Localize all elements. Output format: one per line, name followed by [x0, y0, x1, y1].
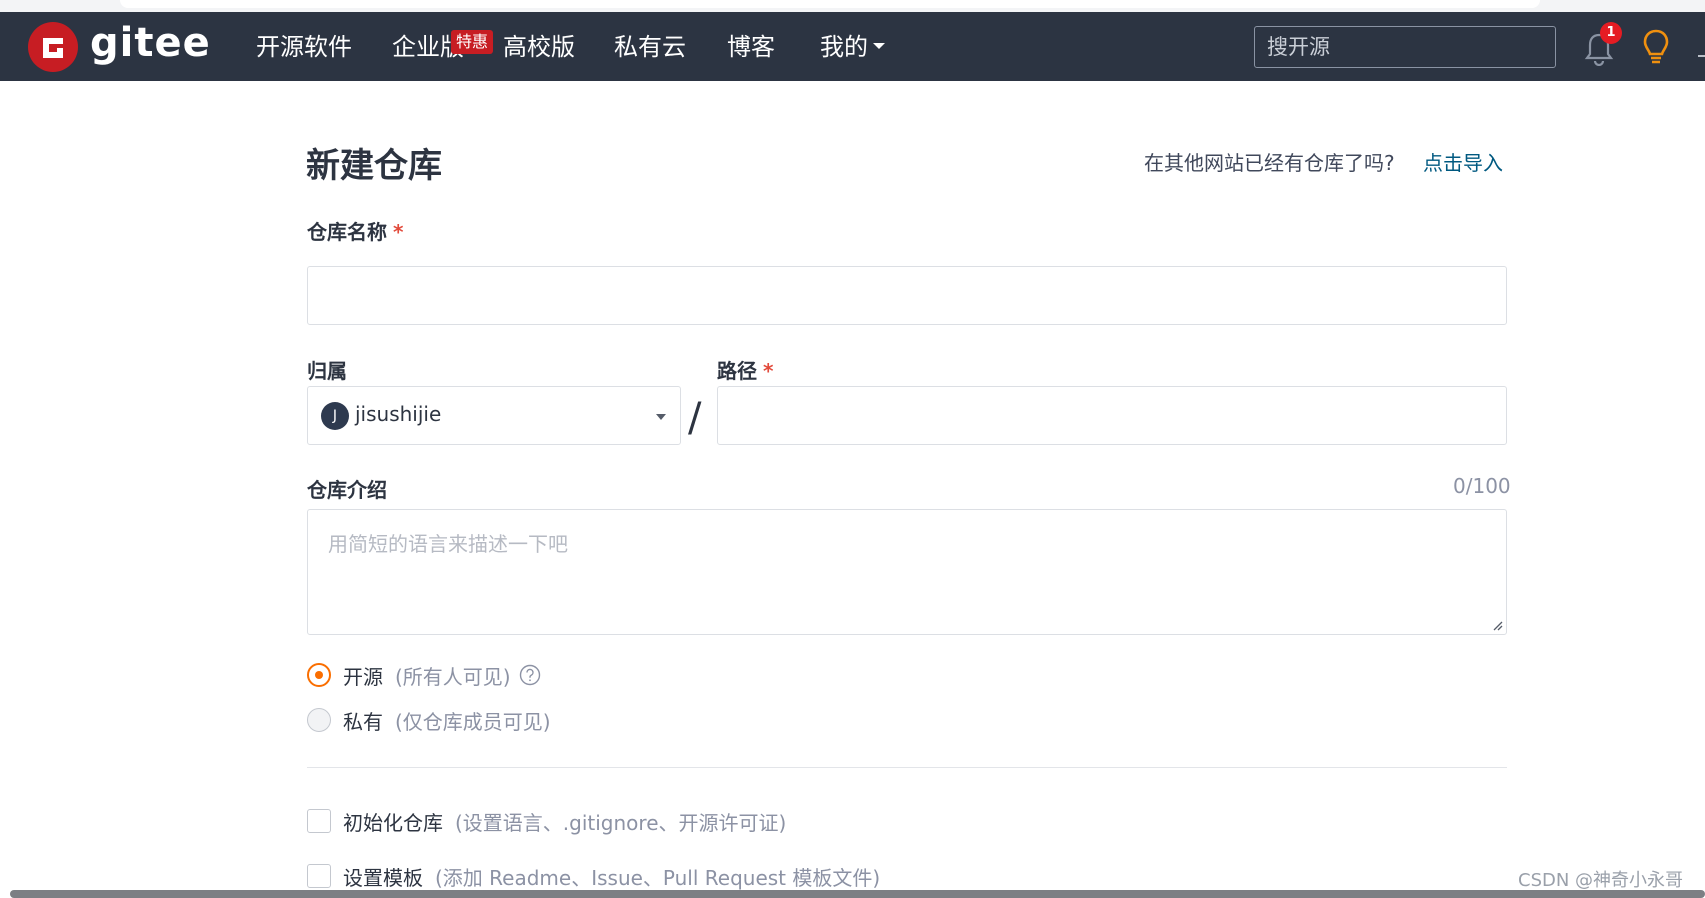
description-label: 仓库介绍: [307, 478, 387, 502]
browser-top-strip: [0, 0, 1705, 12]
section-divider: [307, 767, 1507, 768]
logo-text: gitee: [90, 20, 211, 66]
init-repo-option[interactable]: 初始化仓库 (设置语言、.gitignore、开源许可证): [307, 806, 786, 836]
horizontal-scrollbar[interactable]: [10, 890, 1705, 898]
nav-mine-menu[interactable]: 我的: [820, 32, 885, 62]
owner-value: jisushijie: [355, 401, 442, 426]
question-circle-icon[interactable]: [519, 664, 541, 686]
avatar: J: [321, 401, 349, 430]
visibility-private-hint: (仅仓库成员可见): [395, 709, 551, 734]
search-input[interactable]: [1254, 26, 1556, 68]
overflow-indicator: [1698, 55, 1705, 57]
resize-handle-icon[interactable]: [1493, 621, 1503, 631]
repo-name-label: 仓库名称 *: [307, 216, 403, 245]
visibility-option-private[interactable]: 私有 (仅仓库成员可见): [307, 705, 551, 735]
required-mark: *: [763, 359, 774, 383]
template-option[interactable]: 设置模板 (添加 Readme、Issue、Pull Request 模板文件): [307, 861, 880, 891]
owner-label: 归属: [307, 359, 347, 383]
template-label: 设置模板: [343, 865, 423, 890]
template-checkbox[interactable]: [307, 864, 331, 888]
path-label: 路径 *: [717, 355, 773, 384]
import-prompt: 在其他网站已经有仓库了吗?: [1144, 151, 1395, 175]
init-repo-checkbox[interactable]: [307, 809, 331, 833]
gitee-logo[interactable]: gitee: [28, 20, 211, 74]
template-hint: (添加 Readme、Issue、Pull Request 模板文件): [435, 865, 881, 890]
description-counter: 0/100: [1453, 474, 1511, 498]
nav-mine-label: 我的: [820, 33, 868, 61]
path-separator: /: [688, 395, 702, 441]
radio-public[interactable]: [307, 663, 331, 687]
gitee-logo-icon: [28, 22, 78, 72]
description-placeholder: 用简短的语言来描述一下吧: [328, 532, 568, 556]
chevron-down-icon: [873, 43, 885, 49]
watermark: CSDN @神奇小永哥: [1518, 870, 1684, 891]
nav-private-cloud[interactable]: 私有云: [614, 32, 686, 62]
promo-badge: 特惠: [451, 30, 494, 54]
chevron-down-icon: [656, 414, 666, 420]
nav-blog[interactable]: 博客: [727, 32, 775, 62]
radio-private[interactable]: [307, 708, 331, 732]
nav-education[interactable]: 高校版: [503, 32, 575, 62]
init-repo-label: 初始化仓库: [343, 810, 443, 835]
page-title: 新建仓库: [306, 146, 442, 186]
notification-badge: 1: [1600, 22, 1622, 44]
required-mark: *: [393, 220, 404, 244]
path-label-text: 路径: [717, 359, 757, 383]
path-input[interactable]: [717, 386, 1507, 445]
nav-open-source[interactable]: 开源软件: [256, 32, 352, 62]
visibility-public-hint: (所有人可见): [395, 664, 511, 689]
visibility-public-label: 开源: [343, 664, 383, 689]
repo-name-input[interactable]: [307, 266, 1507, 325]
visibility-option-public[interactable]: 开源 (所有人可见): [307, 660, 541, 690]
visibility-private-label: 私有: [343, 709, 383, 734]
import-link[interactable]: 点击导入: [1423, 147, 1503, 176]
init-repo-hint: (设置语言、.gitignore、开源许可证): [455, 810, 787, 835]
repo-name-label-text: 仓库名称: [307, 220, 387, 244]
browser-address-area: [120, 0, 1540, 8]
description-textarea[interactable]: 用简短的语言来描述一下吧: [307, 509, 1507, 635]
owner-select[interactable]: J jisushijie: [307, 386, 681, 445]
lightbulb-icon[interactable]: [1641, 28, 1671, 66]
navbar: gitee 开源软件 企业版 特惠 高校版 私有云 博客 我的 1: [0, 12, 1705, 81]
